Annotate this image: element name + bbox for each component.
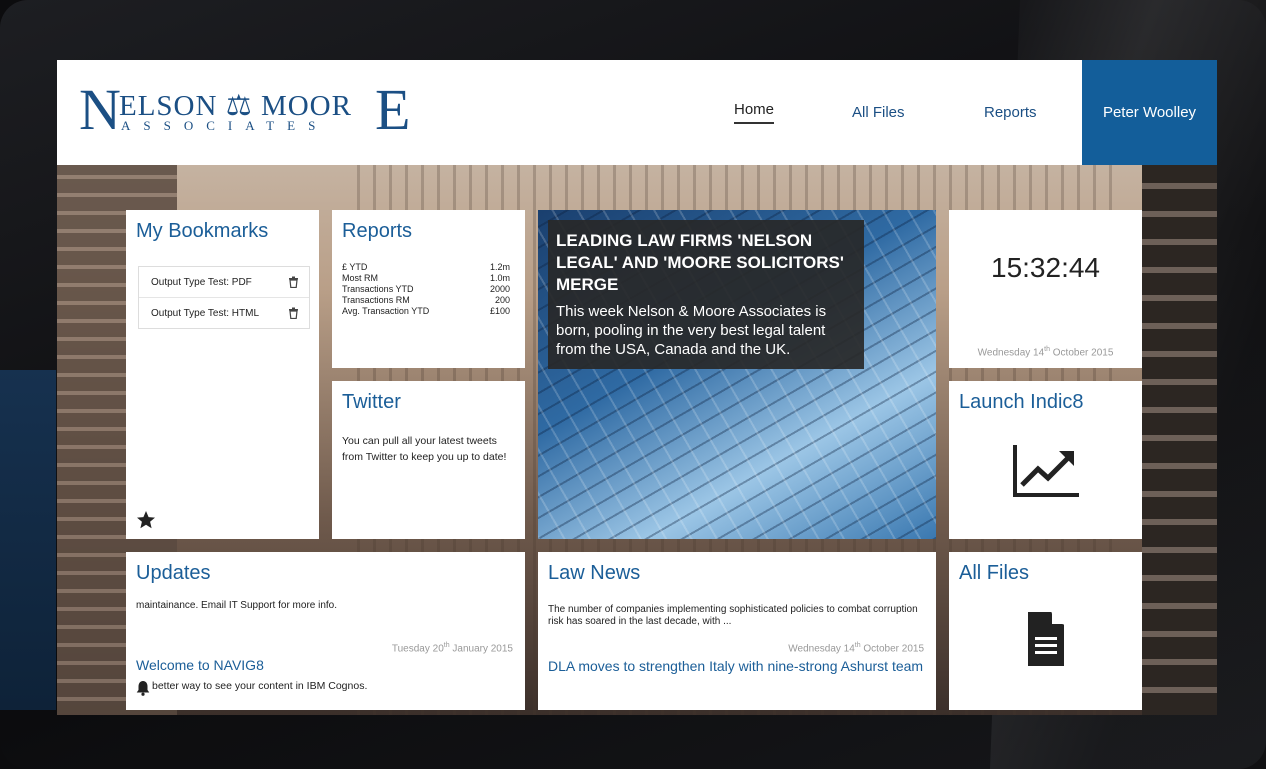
update-item-text: better way to see your content in IBM Co… (152, 680, 368, 692)
report-row: Avg. Transaction YTD £100 (342, 306, 510, 316)
background-building-right (1142, 165, 1217, 715)
clock-time: 15:32:44 (991, 252, 1100, 283)
user-menu-button[interactable]: Peter Woolley (1082, 60, 1217, 165)
background-panel (0, 370, 56, 710)
logo-last-letter: E (375, 77, 411, 142)
update-date: Tuesday 20th January 2015 (391, 642, 513, 655)
updates-title: Updates (136, 562, 211, 584)
star-icon[interactable] (136, 510, 156, 530)
bookmark-list: Output Type Test: PDF Output Type Test: … (138, 266, 310, 329)
all-files-tile[interactable]: All Files (949, 552, 1142, 710)
hero-headline: LEADING LAW FIRMS 'NELSON LEGAL' AND 'MO… (556, 231, 844, 294)
update-cut-text: maintainance. Email IT Support for more … (136, 600, 338, 611)
twitter-title: Twitter (342, 391, 401, 413)
twitter-text: You can pull all your latest tweets from… (342, 435, 507, 463)
trash-icon[interactable] (288, 307, 299, 319)
law-news-item-title[interactable]: DLA moves to strengthen Italy with nine-… (548, 657, 928, 675)
logo-first-letter: N (79, 77, 121, 142)
reports-tile[interactable]: Reports £ YTD 1.2m Most RM 1.0m Transactio… (332, 210, 525, 368)
hero-caption: LEADING LAW FIRMS 'NELSON LEGAL' AND 'MO… (548, 220, 864, 369)
update-item-title[interactable]: Welcome to NAVIG8 (136, 657, 264, 673)
law-news-text: The number of companies implementing sop… (548, 604, 918, 627)
trash-icon[interactable] (288, 276, 299, 288)
twitter-tile[interactable]: Twitter You can pull all your latest twe… (332, 381, 525, 539)
report-row: £ YTD 1.2m (342, 262, 510, 272)
updates-tile: Updates maintainance. Email IT Support f… (126, 552, 525, 710)
bookmark-item[interactable]: Output Type Test: HTML (139, 298, 309, 328)
clock-date: Wednesday 14th October 2015 (977, 346, 1114, 359)
dashboard-screen: N ELSON ⚖ MOOR ASSOCIATES E Home All Fil… (57, 60, 1217, 715)
report-row: Most RM 1.0m (342, 273, 510, 283)
launch-indic8-tile[interactable]: Launch Indic8 (949, 381, 1142, 539)
report-row: Transactions RM 200 (342, 295, 510, 305)
reports-table: £ YTD 1.2m Most RM 1.0m Transactions YTD 20… (342, 262, 510, 317)
law-news-date: Wednesday 14th October 2015 (788, 642, 924, 655)
nav-home[interactable]: Home (734, 60, 775, 165)
reports-title: Reports (342, 220, 413, 242)
bell-icon (136, 681, 150, 696)
report-row: Transactions YTD 2000 (342, 284, 510, 294)
all-files-title: All Files (959, 562, 1030, 584)
law-news-title: Law News (548, 562, 641, 584)
bookmarks-tile: My Bookmarks Output Type Test: PDF Outpu… (126, 210, 319, 539)
document-icon (949, 610, 1142, 668)
featured-news-tile[interactable]: LEADING LAW FIRMS 'NELSON LEGAL' AND 'MO… (538, 210, 936, 539)
launch-title: Launch Indic8 (959, 391, 1084, 413)
top-header: N ELSON ⚖ MOOR ASSOCIATES E Home All Fil… (57, 60, 1217, 165)
law-news-tile: Law News The number of companies impleme… (538, 552, 936, 710)
nav-reports[interactable]: Reports (984, 60, 1037, 165)
nav-all-files[interactable]: All Files (852, 60, 905, 165)
logo-subtitle: ASSOCIATES (121, 118, 329, 133)
bookmark-item[interactable]: Output Type Test: PDF (139, 267, 309, 298)
company-logo[interactable]: N ELSON ⚖ MOOR ASSOCIATES E (79, 80, 419, 140)
hero-body: This week Nelson & Moore Associates is b… (556, 303, 827, 358)
trend-chart-icon (949, 443, 1142, 499)
clock-tile: 15:32:44 Wednesday 14th October 2015 (949, 210, 1142, 368)
bookmarks-title: My Bookmarks (136, 220, 269, 242)
